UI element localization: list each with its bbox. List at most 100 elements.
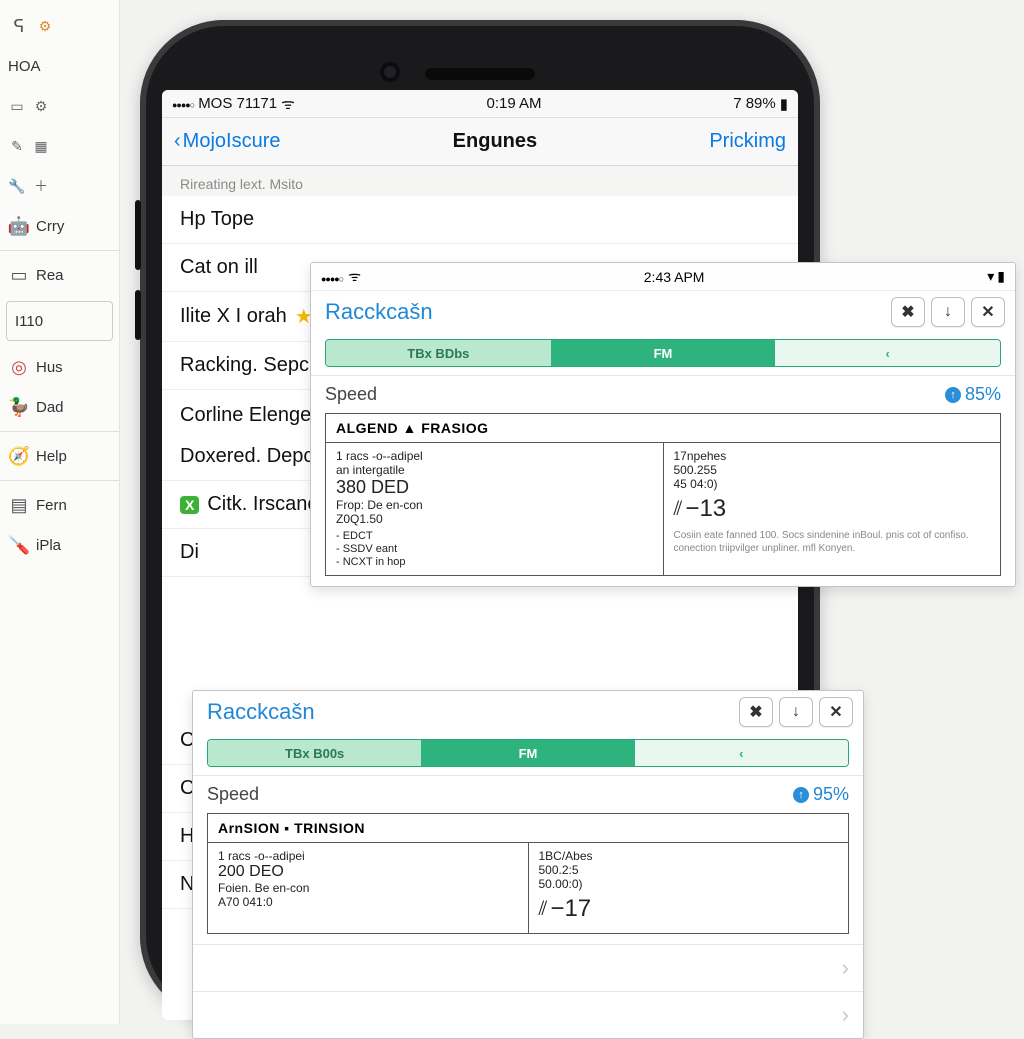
item-label: Citk. Irscancl — [207, 493, 321, 516]
speed-value: ↑ 95% — [793, 784, 849, 805]
expand-row[interactable]: › — [193, 991, 863, 1038]
item-label: Di — [180, 541, 199, 564]
chevron-right-icon: › — [842, 955, 849, 981]
sidebar-item-110[interactable]: I110 — [6, 301, 113, 341]
table-col-left: 1 racs -o--adipei 200 DEO Foien. Be en-c… — [208, 843, 529, 933]
chevron-left-icon: ‹ — [174, 130, 181, 153]
speed-row: Speed ↑ 85% — [311, 375, 1015, 413]
arrow-down-icon: ↓ — [944, 303, 952, 321]
left-toolbar: ᕋ ⚙ HOA ▭ ⚙ ✎ ▦ 🔧 ＋ 🤖 Crry ▭ Rea I110 ◎ … — [0, 0, 120, 1024]
segment-c[interactable]: ‹ — [775, 340, 1000, 366]
speed-row: Speed ↑ 95% — [193, 775, 863, 813]
compass-icon: 🧭 — [8, 445, 30, 467]
segment-b[interactable]: FM — [421, 740, 634, 766]
cell-text: 50.00:0) — [539, 877, 839, 891]
plus-icon[interactable]: ＋ — [32, 177, 50, 195]
expand-row[interactable]: › — [193, 944, 863, 991]
download-button[interactable]: ↓ — [779, 697, 813, 727]
item-label: Racking. Sepcl — [180, 354, 313, 377]
robot-icon: ⚙ — [36, 17, 54, 35]
screwdriver-icon: 🪛 — [8, 534, 30, 556]
data-table: 1 racs -o--adipei 200 DEO Foien. Be en-c… — [207, 842, 849, 934]
clock: 0:19 AM — [486, 95, 541, 112]
back-label: MojoIscure — [183, 130, 281, 153]
popup-header: Racckcašn ✖ ↓ ✕ — [193, 691, 863, 733]
sidebar-item-fern[interactable]: ▤ Fern — [0, 485, 119, 525]
sidebar-label: I110 — [15, 313, 43, 330]
segment-bar[interactable]: TBx BDbs FM ‹ — [325, 339, 1001, 367]
item-label: Hp Tope — [180, 208, 254, 231]
toolbar-icons-row: ▭ ⚙ — [0, 86, 119, 126]
grid-icon[interactable]: ▦ — [32, 137, 50, 155]
item-label: Doxered. Depc — [180, 445, 313, 468]
list-item[interactable]: Hp Tope — [162, 196, 798, 244]
collapse-button[interactable]: ✖ — [891, 297, 925, 327]
cell-big: 200 DEO — [218, 863, 518, 881]
gear-icon[interactable]: ⚙ — [32, 97, 50, 115]
popup-title: Racckcašn — [207, 699, 315, 725]
bullet: - EDCT — [336, 530, 653, 542]
table-header: ALGEND ▲ FRASIOG — [325, 413, 1001, 442]
sidebar-label: Help — [36, 448, 67, 465]
back-button[interactable]: ‹ MojoIscure — [174, 130, 280, 153]
info-circle-icon: ↑ — [793, 787, 809, 803]
popup-title: Racckcašn — [325, 299, 433, 325]
nav-bar: ‹ MojoIscure Engunes Prickimg — [162, 118, 798, 166]
close-icon: ✕ — [829, 702, 842, 722]
segment-a[interactable]: TBx B00s — [208, 740, 421, 766]
close-button[interactable]: ✕ — [819, 697, 853, 727]
slashes-icon: ⫽ — [674, 498, 680, 521]
cell-text: Z0Q1.50 — [336, 512, 653, 526]
popup-panel-1: ᯤ 2:43 APM ▾ ▮ Racckcašn ✖ ↓ ✕ TBx BDbs … — [310, 262, 1016, 587]
sidebar-item-rea[interactable]: ▭ Rea — [0, 255, 119, 295]
tool-icon[interactable]: ✎ — [8, 137, 26, 155]
speed-value: ↑ 85% — [945, 384, 1001, 405]
cell-text: 500.2:5 — [539, 863, 839, 877]
sidebar-item-help[interactable]: 🧭 Help — [0, 436, 119, 476]
clock: 2:43 APM — [644, 269, 705, 285]
segment-b[interactable]: FM — [551, 340, 776, 366]
sidebar-label: iPla — [36, 537, 61, 554]
cell-text: 1 racs -o--adipei — [218, 849, 518, 863]
signal-dots-icon — [321, 269, 343, 285]
sidebar-item-hoa[interactable]: HOA — [0, 46, 119, 86]
cell-text: Frop: De en-con — [336, 498, 653, 512]
sidebar-item-ipla[interactable]: 🪛 iPla — [0, 525, 119, 565]
cell-big: 380 DED — [336, 477, 653, 498]
signal-dots-icon — [172, 95, 194, 112]
sidebar-item-cry[interactable]: 🤖 Crry — [0, 206, 119, 246]
battery-icon: ▮ — [780, 95, 788, 113]
download-button[interactable]: ↓ — [931, 297, 965, 327]
nav-right-button[interactable]: Prickimg — [709, 130, 786, 153]
table-col-right: 1BC/Abes 500.2:5 50.00:0) ⫽ −17 — [529, 843, 849, 933]
speed-label: Speed — [325, 384, 377, 405]
info-circle-icon: ↑ — [945, 387, 961, 403]
sidebar-item-dad[interactable]: 🦆 Dad — [0, 387, 119, 427]
chevron-right-icon: › — [842, 1002, 849, 1028]
table-col-right: 17npehes 500.255 45 04:0) ⫽ −13 Cosiin e… — [664, 443, 1001, 575]
x-bold-icon: ✖ — [749, 702, 762, 722]
collapse-button[interactable]: ✖ — [739, 697, 773, 727]
bullet: - SSDV eant — [336, 543, 653, 555]
cell-text: A70 041:0 — [218, 895, 518, 909]
segment-bar[interactable]: TBx B00s FM ‹ — [207, 739, 849, 767]
close-button[interactable]: ✕ — [971, 297, 1005, 327]
cell-text: 500.255 — [674, 463, 991, 477]
cell-text: 1BC/Abes — [539, 849, 839, 863]
popup-panel-2: Racckcašn ✖ ↓ ✕ TBx B00s FM ‹ Speed ↑ 95… — [192, 690, 864, 1039]
segment-c[interactable]: ‹ — [635, 740, 848, 766]
window-icon[interactable]: ▭ — [8, 97, 26, 115]
popup-header: Racckcašn ✖ ↓ ✕ — [311, 291, 1015, 333]
wrench-icon[interactable]: 🔧 — [8, 177, 26, 195]
segment-a[interactable]: TBx BDbs — [326, 340, 551, 366]
toolbar-row[interactable]: ᕋ ⚙ — [0, 6, 119, 46]
card-icon: ▭ — [8, 264, 30, 286]
item-label: Cat on ill — [180, 256, 258, 279]
wifi-icon: ᯤ — [348, 267, 361, 286]
badge-icon: ◎ — [8, 356, 30, 378]
sidebar-item-hus[interactable]: ◎ Hus — [0, 347, 119, 387]
battery-label: 7 89% — [733, 95, 776, 112]
item-label: Ilite X I orah — [180, 305, 287, 328]
close-icon: ✕ — [981, 302, 994, 322]
speed-label: Speed — [207, 784, 259, 805]
